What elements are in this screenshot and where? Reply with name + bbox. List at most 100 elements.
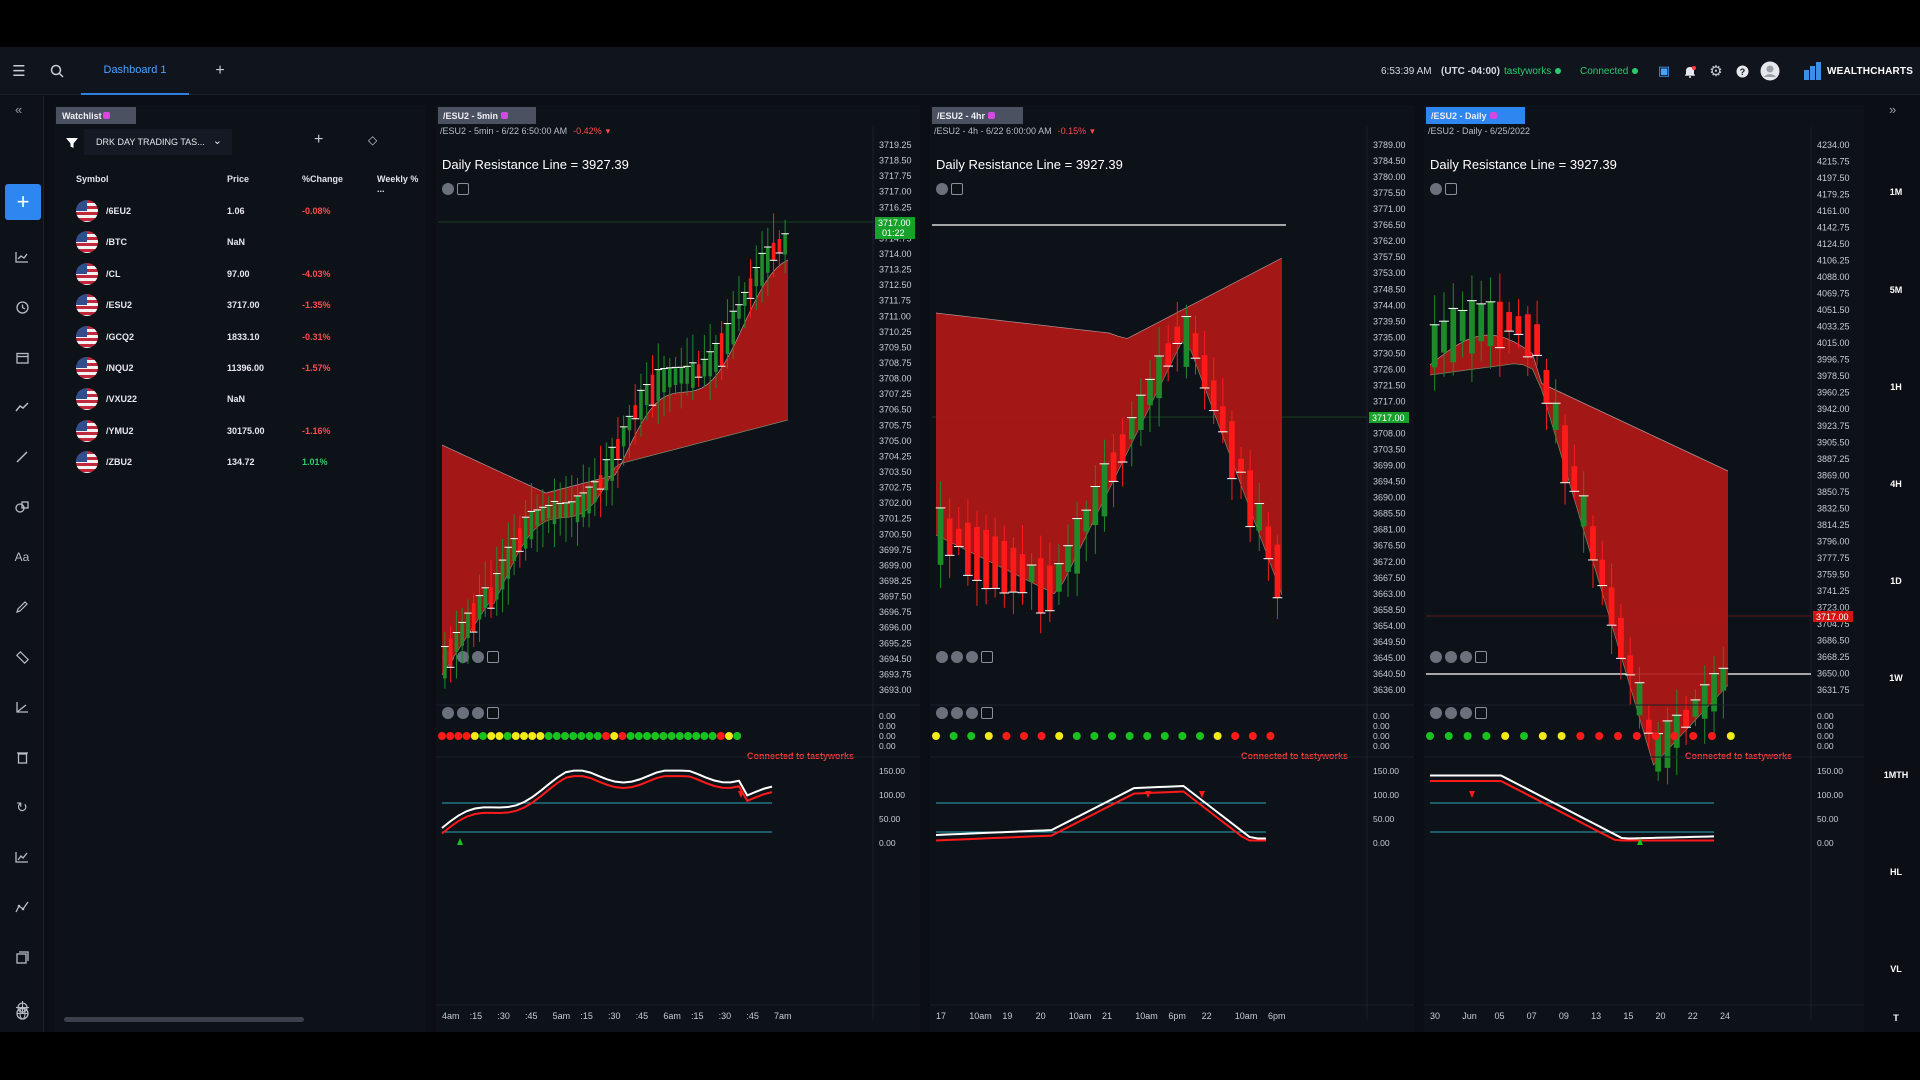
oscillator-tick: 0.00: [1817, 838, 1834, 848]
signal-dot: [577, 732, 586, 740]
price-tick: 4179.25: [1817, 190, 1850, 200]
broker-status[interactable]: tastyworks: [1504, 47, 1562, 95]
collapse-left-icon[interactable]: «: [15, 102, 22, 117]
watchlist-row[interactable]: /ESU2 3717.00 -1.35%: [54, 289, 426, 320]
layers-icon[interactable]: [10, 946, 34, 968]
price-tick: 3704.25: [879, 451, 912, 461]
save-icon[interactable]: ▣: [1652, 59, 1676, 83]
indicator-icon[interactable]: [10, 846, 34, 868]
candle-body: [1599, 559, 1606, 586]
bell-icon[interactable]: [1678, 59, 1702, 83]
price-tick: 3711.00: [879, 311, 911, 321]
settings-gear-icon[interactable]: ⚙: [1704, 59, 1728, 83]
candle-body: [1664, 720, 1671, 768]
col-price[interactable]: Price: [227, 174, 249, 184]
dot-pane-tick: 0.00: [1373, 731, 1390, 741]
watchlist-row[interactable]: /CL 97.00 -4.03%: [54, 258, 426, 289]
pencil-icon[interactable]: [10, 596, 34, 618]
timeframe-1d[interactable]: 1D: [1872, 576, 1920, 586]
candle-body: [714, 343, 718, 372]
clock-icon[interactable]: [10, 296, 34, 318]
watchlist-select[interactable]: DRK DAY TRADING TAS... ⌄: [84, 129, 232, 155]
measure-icon[interactable]: [10, 696, 34, 718]
time-tick: 10am: [969, 1011, 992, 1021]
timeframe-hl[interactable]: HL: [1872, 867, 1920, 877]
signal-dot: [1614, 732, 1622, 740]
price-tick: 3869.00: [1817, 470, 1850, 480]
calendar-icon[interactable]: [10, 346, 34, 368]
user-avatar-icon[interactable]: [1758, 59, 1782, 83]
trend-icon[interactable]: [10, 396, 34, 418]
price-tick: 3960.25: [1817, 388, 1850, 398]
signal-dot: [716, 732, 725, 740]
col-symbol[interactable]: Symbol: [76, 174, 109, 184]
price-tick: 3701.25: [879, 514, 912, 524]
col-change[interactable]: %Change: [302, 174, 343, 184]
dot-pane-tick: 0.00: [1817, 721, 1834, 731]
watchlist-row[interactable]: /ZBU2 134.72 1.01%: [54, 446, 426, 477]
candle-body: [1128, 417, 1135, 440]
link-color-icon[interactable]: [102, 112, 110, 119]
candle-body: [552, 501, 557, 525]
refresh-icon[interactable]: ↻: [10, 796, 34, 818]
timeframe-1mth[interactable]: 1MTH: [1872, 770, 1920, 780]
timeframe-t[interactable]: T: [1872, 1013, 1920, 1023]
watchlist-tab-label: Watchlist: [62, 110, 102, 121]
timeframe-1w[interactable]: 1W: [1872, 673, 1920, 683]
pattern-icon[interactable]: [10, 896, 34, 918]
eraser-icon[interactable]: ◇: [368, 133, 377, 147]
stochastic-k-line: [935, 784, 1266, 840]
candle-body: [1590, 526, 1596, 560]
timeframe-1m[interactable]: 1M: [1872, 187, 1920, 197]
tab-dashboard-1[interactable]: Dashboard 1: [81, 47, 189, 95]
price-tick: 3730.50: [1373, 348, 1406, 358]
watchlist-row[interactable]: /GCQ2 1833.10 -0.31%: [54, 321, 426, 352]
signal-dot: [967, 732, 976, 740]
price-tick: 3978.50: [1817, 371, 1850, 381]
search-icon[interactable]: [45, 59, 69, 83]
candle-body: [489, 587, 493, 609]
add-symbol-icon[interactable]: +: [314, 131, 323, 149]
price-tick: 3672.00: [1373, 557, 1406, 567]
timeframe-5m[interactable]: 5M: [1872, 285, 1920, 295]
watchlist-row[interactable]: /YMU2 30175.00 -1.16%: [54, 415, 426, 446]
price-tick: 3942.00: [1817, 404, 1850, 414]
candle-body: [725, 323, 730, 355]
col-weekly[interactable]: Weekly % ...: [377, 174, 426, 194]
watchlist-row[interactable]: /VXU22 NaN: [54, 383, 426, 414]
collapse-right-icon[interactable]: »: [1889, 102, 1896, 117]
filter-icon[interactable]: [66, 137, 78, 152]
signal-dot: [1482, 732, 1491, 740]
watchlist-scrollbar[interactable]: [64, 1017, 304, 1022]
add-chart-button[interactable]: +: [5, 184, 41, 220]
candle-body: [477, 595, 482, 620]
price-tick: 3796.00: [1817, 536, 1850, 546]
time-tick: 20: [1656, 1011, 1666, 1021]
time-tick: 22: [1688, 1011, 1698, 1021]
watchlist-row[interactable]: /BTC NaN: [54, 226, 426, 257]
shapes-icon[interactable]: [10, 496, 34, 518]
timeframe-4h[interactable]: 4H: [1872, 479, 1920, 489]
signal-dot: [984, 732, 993, 740]
line-tool-icon[interactable]: [10, 446, 34, 468]
watchlist-row[interactable]: /NQU2 11396.00 -1.57%: [54, 352, 426, 383]
price-tick: 3694.50: [879, 654, 912, 664]
chart-type-icon[interactable]: [10, 246, 34, 268]
help-icon[interactable]: ?: [1730, 59, 1754, 83]
candle-body: [1627, 655, 1634, 675]
candle-body: [1571, 466, 1578, 492]
candle-body: [673, 367, 678, 386]
add-tab-icon[interactable]: +: [208, 59, 232, 83]
watchlist-tab[interactable]: Watchlist: [56, 107, 136, 124]
trash-icon[interactable]: [10, 746, 34, 768]
hamburger-menu-icon[interactable]: ☰: [7, 59, 31, 83]
timeframe-1h[interactable]: 1H: [1872, 382, 1920, 392]
ruler-icon[interactable]: [10, 646, 34, 668]
timeframe-vl[interactable]: VL: [1872, 964, 1920, 974]
watchlist-row[interactable]: /6EU2 1.06 -0.08%: [54, 195, 426, 226]
price-tick: 3699.00: [879, 560, 912, 570]
text-tool-icon[interactable]: Aa: [10, 546, 34, 568]
globe-icon[interactable]: [10, 1002, 34, 1024]
row-change: 1.01%: [302, 457, 328, 468]
candle-body: [1092, 486, 1099, 526]
